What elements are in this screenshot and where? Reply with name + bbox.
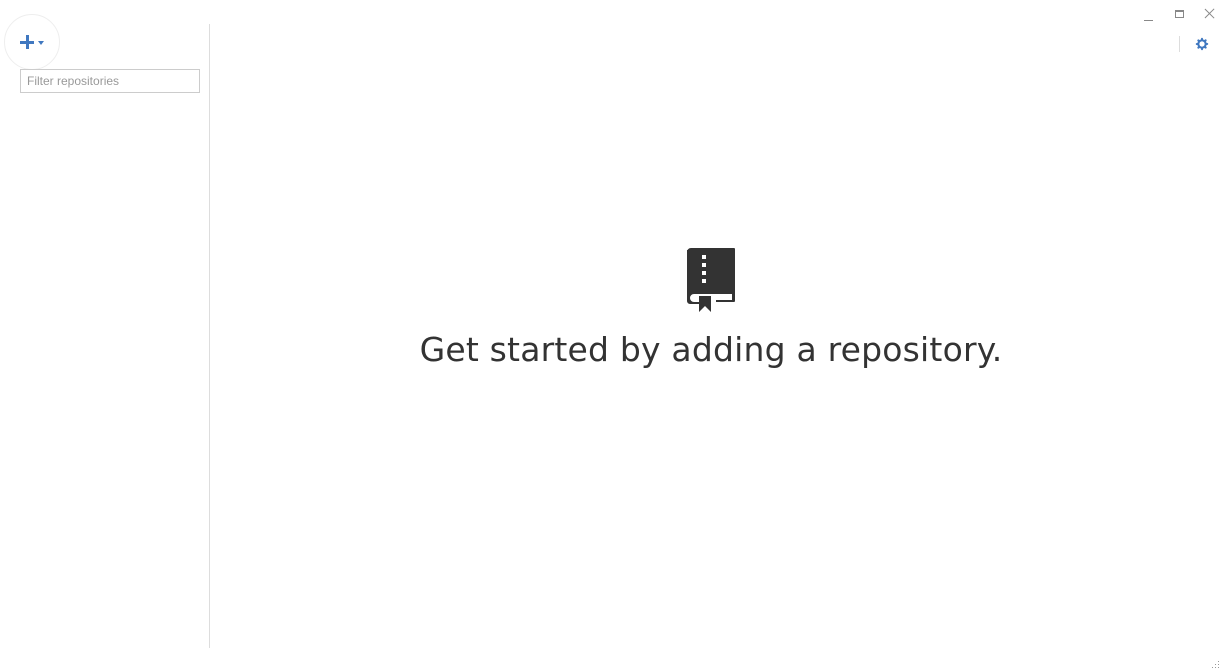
empty-state: Get started by adding a repository. [210, 0, 1224, 648]
filter-repositories-input[interactable] [20, 69, 200, 93]
caret-down-icon [38, 40, 44, 45]
sidebar [0, 0, 209, 648]
repo-book-icon [687, 248, 735, 312]
app-window: Get started by adding a repository. [0, 0, 1224, 672]
empty-state-message: Get started by adding a repository. [419, 330, 1003, 369]
add-repository-button[interactable] [4, 14, 60, 70]
resize-grip-icon[interactable] [1212, 661, 1220, 669]
plus-icon [20, 35, 34, 49]
